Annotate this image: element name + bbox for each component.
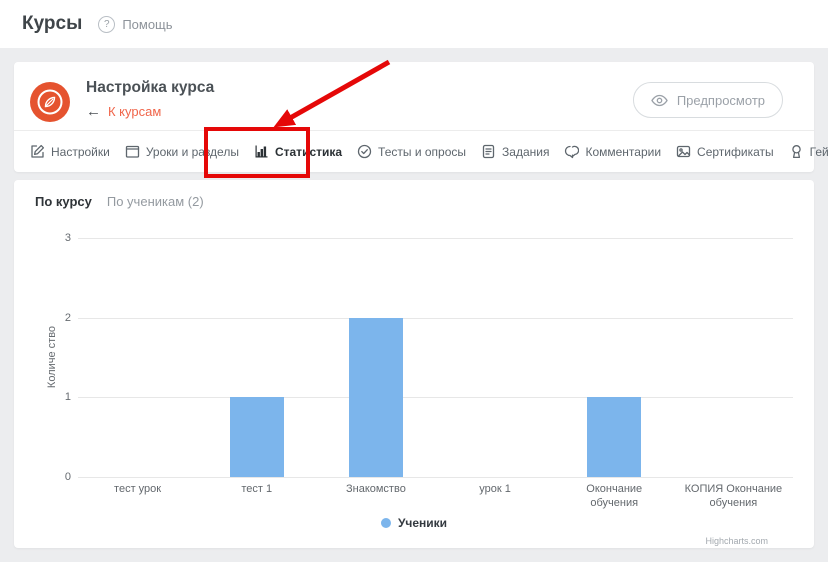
x-axis-label: урок 1 [436,482,555,496]
y-axis-title: Количе ство [46,312,58,402]
tab-label: Геймификация [810,145,828,159]
tab-settings[interactable]: Настройки [30,144,110,159]
edit-icon [30,144,45,159]
tab-certificates[interactable]: Сертификаты [676,144,774,159]
calendar-icon [125,144,140,159]
tab-label: Задания [502,145,549,159]
x-axis-label: Знакомство [316,482,435,496]
legend-item-students[interactable]: Ученики [14,516,814,530]
tab-assignments[interactable]: Задания [481,144,549,159]
medal-icon [789,144,804,159]
gridline [78,238,793,239]
chart-bar[interactable] [349,318,403,477]
y-axis-tick: 1 [14,391,71,403]
statistics-card: По курсу По ученикам (2) Количе ство Уче… [14,180,814,548]
back-link-label: К курсам [108,104,161,119]
tab-label: Комментарии [585,145,661,159]
gridline [78,318,793,319]
tab-label: Настройки [51,145,110,159]
check-circle-icon [357,144,372,159]
course-header-card: Настройка курса ← К курсам Предпросмотр … [14,62,814,172]
preview-button[interactable]: Предпросмотр [633,82,783,118]
tab-label: Тесты и опросы [378,145,466,159]
x-axis-label: Окончание обучения [555,482,674,510]
preview-button-label: Предпросмотр [677,93,765,108]
eye-icon [651,94,668,107]
back-arrow-icon: ← [86,103,101,120]
tab-label: Сертификаты [697,145,774,159]
comments-icon [564,144,579,159]
course-logo-icon [30,82,70,122]
top-bar: Курсы ? Помощь [0,0,828,48]
tab-statistics[interactable]: Статистика [254,144,342,159]
chart-bar[interactable] [230,397,284,477]
page-title: Курсы [22,13,82,35]
legend-marker [381,518,391,528]
tab-lessons[interactable]: Уроки и разделы [125,144,239,159]
help-icon: ? [98,16,115,33]
chart: Количе ство Ученики Highcharts.com 0 1 2 3 т… [14,180,814,548]
tab-label: Уроки и разделы [146,145,239,159]
y-axis-tick: 3 [14,232,71,244]
legend-label: Ученики [398,516,447,530]
x-axis-label: тест урок [78,482,197,496]
chart-bar[interactable] [587,397,641,477]
tab-comments[interactable]: Комментарии [564,144,661,159]
highcharts-credit[interactable]: Highcharts.com [705,536,768,546]
help-button[interactable]: ? Помощь [98,16,172,33]
x-axis-label: КОПИЯ Окончание обучения [674,482,793,510]
y-axis-tick: 2 [14,312,71,324]
help-label: Помощь [122,17,172,32]
tab-tests[interactable]: Тесты и опросы [357,144,466,159]
clipboard-icon [481,144,496,159]
tab-gamification[interactable]: Геймификация [789,144,828,159]
gridline [78,397,793,398]
certificate-icon [676,144,691,159]
x-axis-label: тест 1 [197,482,316,496]
back-to-courses-link[interactable]: ← К курсам [86,103,161,120]
bar-chart-icon [254,144,269,159]
course-tabs: Настройки Уроки и разделы Статистика [14,131,814,172]
course-title: Настройка курса [86,79,214,97]
tab-label: Статистика [275,145,342,159]
y-axis-tick: 0 [14,471,71,483]
gridline [78,477,793,478]
